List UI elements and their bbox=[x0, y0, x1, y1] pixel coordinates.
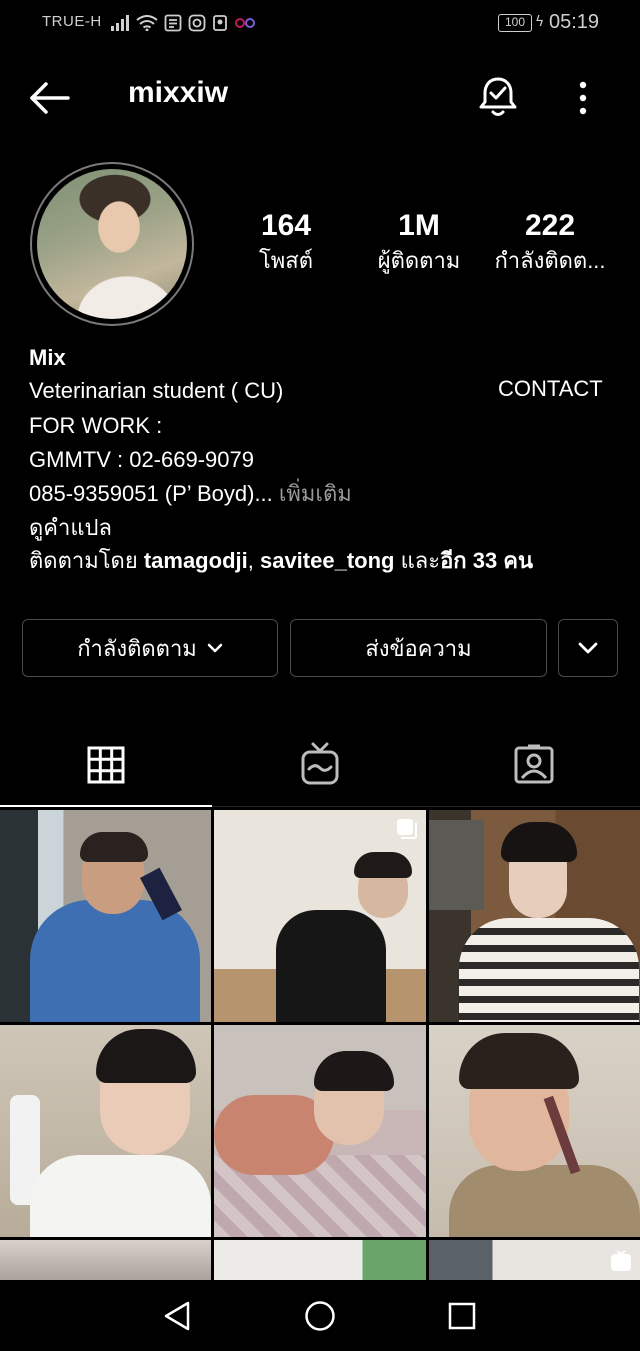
tab-divider bbox=[212, 806, 640, 807]
message-button[interactable]: ส่งข้อความ bbox=[290, 619, 547, 677]
more-vertical-icon[interactable] bbox=[568, 78, 598, 118]
news-icon bbox=[164, 14, 182, 32]
profile-name: Mix bbox=[29, 345, 66, 370]
back-arrow-icon[interactable] bbox=[28, 78, 72, 118]
tab-tagged[interactable] bbox=[509, 740, 559, 790]
posts-count: 164 bbox=[260, 209, 312, 242]
post-thumbnail[interactable] bbox=[429, 1025, 640, 1237]
active-tab-indicator bbox=[0, 805, 212, 807]
bio-line-2: FOR WORK : bbox=[29, 413, 163, 438]
followed-count: อีก 33 คน bbox=[440, 548, 534, 573]
charging-icon: ϟ bbox=[535, 14, 545, 30]
bio-line-4-text: 085-9359051 (P’ Boyd)... bbox=[29, 481, 273, 506]
bio-line-1: Veterinarian student ( CU) bbox=[29, 378, 284, 403]
chevron-down-icon bbox=[578, 642, 598, 654]
photo-hair bbox=[96, 1029, 196, 1083]
following-button[interactable]: กำลังติดตาม bbox=[22, 619, 278, 677]
photo-hair bbox=[80, 832, 148, 862]
bio-line-3: GMMTV : 02-669-9079 bbox=[29, 447, 254, 472]
posts-label: โพสต์ bbox=[258, 248, 314, 273]
bio-line-4: 085-9359051 (P’ Boyd)... เพิ่มเติม bbox=[29, 479, 352, 509]
stat-posts[interactable]: 164 โพสต์ bbox=[246, 208, 326, 278]
following-button-label: กำลังติดตาม bbox=[77, 635, 197, 661]
clock: 05:19 bbox=[549, 11, 600, 33]
followers-count: 1M bbox=[398, 209, 440, 242]
carrier-label: TRUE-H bbox=[42, 13, 102, 30]
igtv-icon bbox=[611, 1250, 631, 1271]
photo-hair bbox=[354, 852, 412, 878]
followed-and: และ bbox=[394, 548, 441, 573]
photo-hair bbox=[314, 1051, 394, 1091]
following-label: กำลังติดต... bbox=[494, 248, 606, 273]
system-navigation-bar bbox=[0, 1280, 640, 1351]
photo-hair bbox=[501, 822, 577, 862]
tab-igtv[interactable] bbox=[295, 740, 345, 790]
stat-followers[interactable]: 1M ผู้ติดตาม bbox=[340, 208, 498, 278]
app-notification-icon bbox=[213, 15, 227, 31]
contact-link[interactable]: CONTACT bbox=[498, 376, 603, 402]
followed-by-prefix: ติดตามโดย bbox=[29, 548, 144, 573]
followed-by[interactable]: ติดตามโดย tamagodji, savitee_tong และอีก… bbox=[29, 546, 533, 576]
status-bar: TRUE-H 100 ϟ 05:19 bbox=[0, 0, 640, 48]
post-thumbnail[interactable] bbox=[214, 1025, 426, 1237]
tagged-person-icon bbox=[514, 744, 554, 784]
suggested-dropdown-button[interactable] bbox=[558, 619, 618, 677]
multiple-photos-icon bbox=[397, 819, 417, 839]
photo-shirt bbox=[459, 918, 639, 1022]
instagram-icon bbox=[188, 14, 206, 32]
see-translation-link[interactable]: ดูคำแปล bbox=[29, 513, 112, 543]
following-count: 222 bbox=[524, 209, 576, 242]
photo-shirt bbox=[30, 900, 200, 1022]
post-thumbnail[interactable] bbox=[429, 1240, 640, 1280]
nav-home-icon[interactable] bbox=[304, 1300, 336, 1332]
followers-label: ผู้ติดตาม bbox=[377, 248, 461, 273]
status-icons bbox=[110, 12, 256, 34]
tab-grid-posts[interactable] bbox=[81, 740, 131, 790]
profile-username: mixxiw bbox=[128, 76, 229, 109]
stat-following[interactable]: 222 กำลังติดต... bbox=[488, 208, 612, 278]
photo-shirt bbox=[30, 1155, 211, 1237]
battery-indicator: 100 bbox=[498, 14, 532, 32]
followed-user-2: savitee_tong bbox=[259, 548, 395, 573]
photo-hair bbox=[459, 1033, 579, 1089]
igtv-icon bbox=[301, 742, 339, 785]
post-thumbnail[interactable] bbox=[0, 810, 211, 1022]
post-thumbnail[interactable] bbox=[0, 1025, 211, 1237]
followed-separator: , bbox=[247, 548, 260, 573]
post-thumbnail[interactable] bbox=[429, 810, 640, 1022]
followed-user-1: tamagodji bbox=[143, 548, 248, 573]
nav-recents-icon[interactable] bbox=[448, 1302, 476, 1330]
nav-back-icon[interactable] bbox=[162, 1300, 192, 1332]
see-more-link[interactable]: เพิ่มเติม bbox=[273, 481, 352, 506]
photo-radio bbox=[429, 820, 484, 910]
signal-icon bbox=[111, 15, 129, 31]
photo-shirt bbox=[276, 910, 386, 1022]
chevron-down-icon bbox=[207, 643, 223, 653]
post-thumbnail[interactable] bbox=[214, 1240, 426, 1280]
post-thumbnail[interactable] bbox=[214, 810, 426, 1022]
infinity-icon bbox=[235, 18, 255, 28]
avatar[interactable] bbox=[37, 169, 187, 319]
wifi-icon bbox=[136, 15, 158, 31]
post-thumbnail[interactable] bbox=[0, 1240, 211, 1280]
photo-shirt bbox=[449, 1165, 640, 1237]
notification-bell-icon[interactable] bbox=[476, 74, 520, 120]
message-button-label: ส่งข้อความ bbox=[365, 635, 472, 661]
grid-icon bbox=[87, 746, 125, 784]
